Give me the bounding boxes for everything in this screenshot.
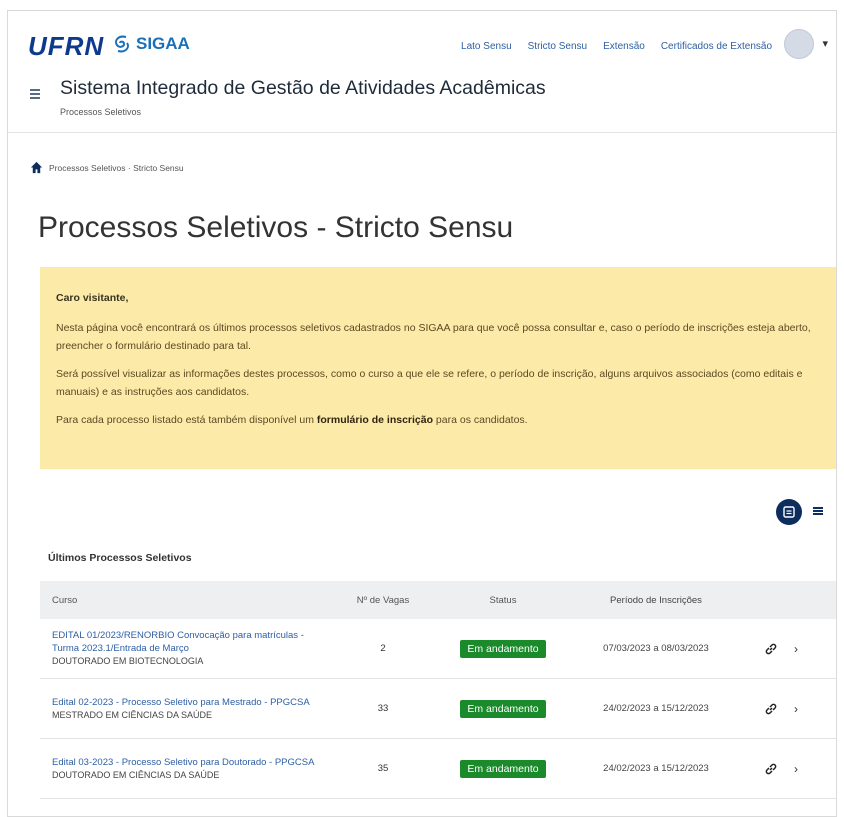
system-subtitle: Processos Seletivos (60, 107, 142, 117)
curso-name: DOUTORADO EM BIOTECNOLOGIA (52, 656, 204, 666)
header-curso: Curso (52, 594, 78, 606)
table-row: EDITAL 01/2023/RENORBIO Convocação para … (40, 619, 836, 679)
card-view-icon (783, 506, 795, 518)
nav-link-certificados[interactable]: Certificados de Extensão (661, 41, 772, 52)
sigaa-swirl-icon (115, 35, 129, 53)
avatar[interactable] (784, 29, 814, 59)
processes-table: Curso Nº de Vagas Status Período de Insc… (40, 581, 836, 799)
sigaa-logo-text: SIGAA (136, 34, 190, 53)
header-periodo: Período de Inscrições (610, 594, 702, 606)
list-title: Últimos Processos Seletivos (48, 552, 192, 564)
ufrn-logo[interactable]: UFRN (28, 31, 104, 62)
notice-paragraph-3: Para cada processo listado está também d… (56, 414, 528, 426)
home-icon[interactable] (30, 161, 43, 174)
edital-link[interactable]: EDITAL 01/2023/RENORBIO Convocação para … (52, 629, 330, 655)
system-title: Sistema Integrado de Gestão de Atividade… (60, 77, 546, 99)
header-vagas: Nº de Vagas (356, 594, 410, 606)
notice-form-highlight: formulário de inscrição (316, 414, 434, 426)
page-title: Processos Seletivos - Stricto Sensu (38, 211, 514, 244)
menu-icon[interactable] (30, 89, 40, 101)
chevron-right-icon[interactable]: › (794, 642, 798, 656)
visitor-notice: Caro visitante, Nesta página você encont… (40, 267, 836, 469)
curso-name: MESTRADO EM CIÊNCIAS DA SAÚDE (52, 709, 213, 720)
status-badge: Em andamento (460, 759, 546, 778)
periodo-value: 07/03/2023 a 08/03/2023 (603, 643, 709, 654)
table-row: Edital 03-2023 - Processo Seletivo para … (40, 739, 836, 799)
periodo-value: 24/02/2023 a 15/12/2023 (603, 763, 709, 774)
link-icon[interactable] (764, 642, 778, 656)
vagas-value: 2 (380, 643, 386, 654)
breadcrumb: Processos Seletivos · Stricto Sensu (30, 161, 184, 174)
site-header: UFRN SIGAA Lato Sensu Stricto Sensu Exte… (8, 11, 836, 133)
notice-paragraph-1: Nesta página você encontrará os últimos … (56, 322, 811, 352)
status-badge: Em andamento (460, 639, 546, 658)
vagas-value: 33 (377, 703, 389, 714)
edital-link[interactable]: Edital 03-2023 - Processo Seletivo para … (52, 756, 330, 769)
chevron-right-icon[interactable]: › (794, 762, 798, 776)
curso-name: DOUTORADO EM CIÊNCIAS DA SAÚDE (52, 769, 220, 780)
periodo-value: 24/02/2023 a 15/12/2023 (603, 703, 709, 714)
sigaa-logo[interactable]: SIGAA (112, 33, 190, 55)
table-row: Edital 02-2023 - Processo Seletivo para … (40, 679, 836, 739)
top-nav: Lato Sensu Stricto Sensu Extensão Certif… (461, 41, 772, 52)
notice-greeting: Caro visitante, (56, 292, 129, 304)
breadcrumb-path[interactable]: Processos Seletivos · Stricto Sensu (49, 163, 184, 173)
edital-link[interactable]: Edital 02-2023 - Processo Seletivo para … (52, 696, 330, 709)
card-view-button[interactable] (776, 499, 802, 525)
nav-link-stricto-sensu[interactable]: Stricto Sensu (528, 41, 587, 52)
link-icon[interactable] (764, 762, 778, 776)
table-header: Curso Nº de Vagas Status Período de Insc… (40, 581, 836, 619)
notice-paragraph-2: Será possível visualizar as informações … (56, 368, 803, 398)
header-status: Status (489, 594, 517, 606)
nav-link-extensao[interactable]: Extensão (603, 41, 645, 52)
list-view-icon[interactable] (812, 505, 824, 517)
status-badge: Em andamento (460, 699, 546, 718)
vagas-value: 35 (377, 763, 389, 774)
chevron-right-icon[interactable]: › (794, 702, 798, 716)
link-icon[interactable] (764, 702, 778, 716)
nav-link-lato-sensu[interactable]: Lato Sensu (461, 41, 512, 52)
chevron-down-icon[interactable]: ▾ (822, 37, 828, 50)
page-frame: UFRN SIGAA Lato Sensu Stricto Sensu Exte… (7, 10, 837, 817)
